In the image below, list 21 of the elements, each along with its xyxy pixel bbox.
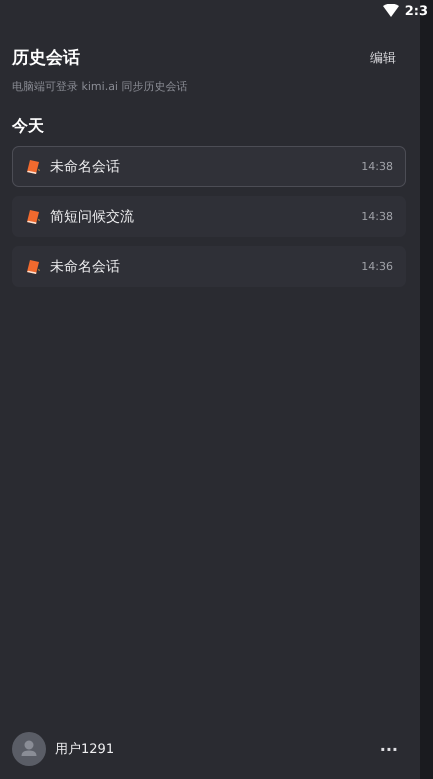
conversation-title: 未命名会话	[50, 158, 121, 176]
wifi-icon	[382, 4, 399, 18]
avatar-icon[interactable]	[12, 732, 46, 766]
edit-button[interactable]: 编辑	[360, 48, 406, 66]
conversation-item[interactable]: 未命名会话 14:36	[12, 246, 406, 287]
book-icon	[25, 158, 41, 174]
section-heading: 今天	[12, 116, 45, 137]
conversation-time: 14:38	[361, 210, 393, 223]
status-time: 2:3	[404, 4, 428, 18]
conversation-title: 简短问候交流	[50, 208, 135, 226]
user-name: 用户1291	[55, 741, 116, 758]
conversation-time: 14:36	[361, 260, 393, 273]
page-title: 历史会话	[12, 47, 80, 69]
conversation-title: 未命名会话	[50, 258, 121, 276]
book-icon	[25, 208, 41, 224]
conversation-time: 14:38	[361, 160, 393, 173]
conversation-item[interactable]: 未命名会话 14:38	[12, 146, 406, 187]
conversation-item[interactable]: 简短问候交流 14:38	[12, 196, 406, 237]
more-button[interactable]: ···	[376, 740, 402, 758]
book-icon	[25, 258, 41, 274]
sync-hint: 电脑端可登录 kimi.ai 同步历史会话	[12, 79, 188, 94]
